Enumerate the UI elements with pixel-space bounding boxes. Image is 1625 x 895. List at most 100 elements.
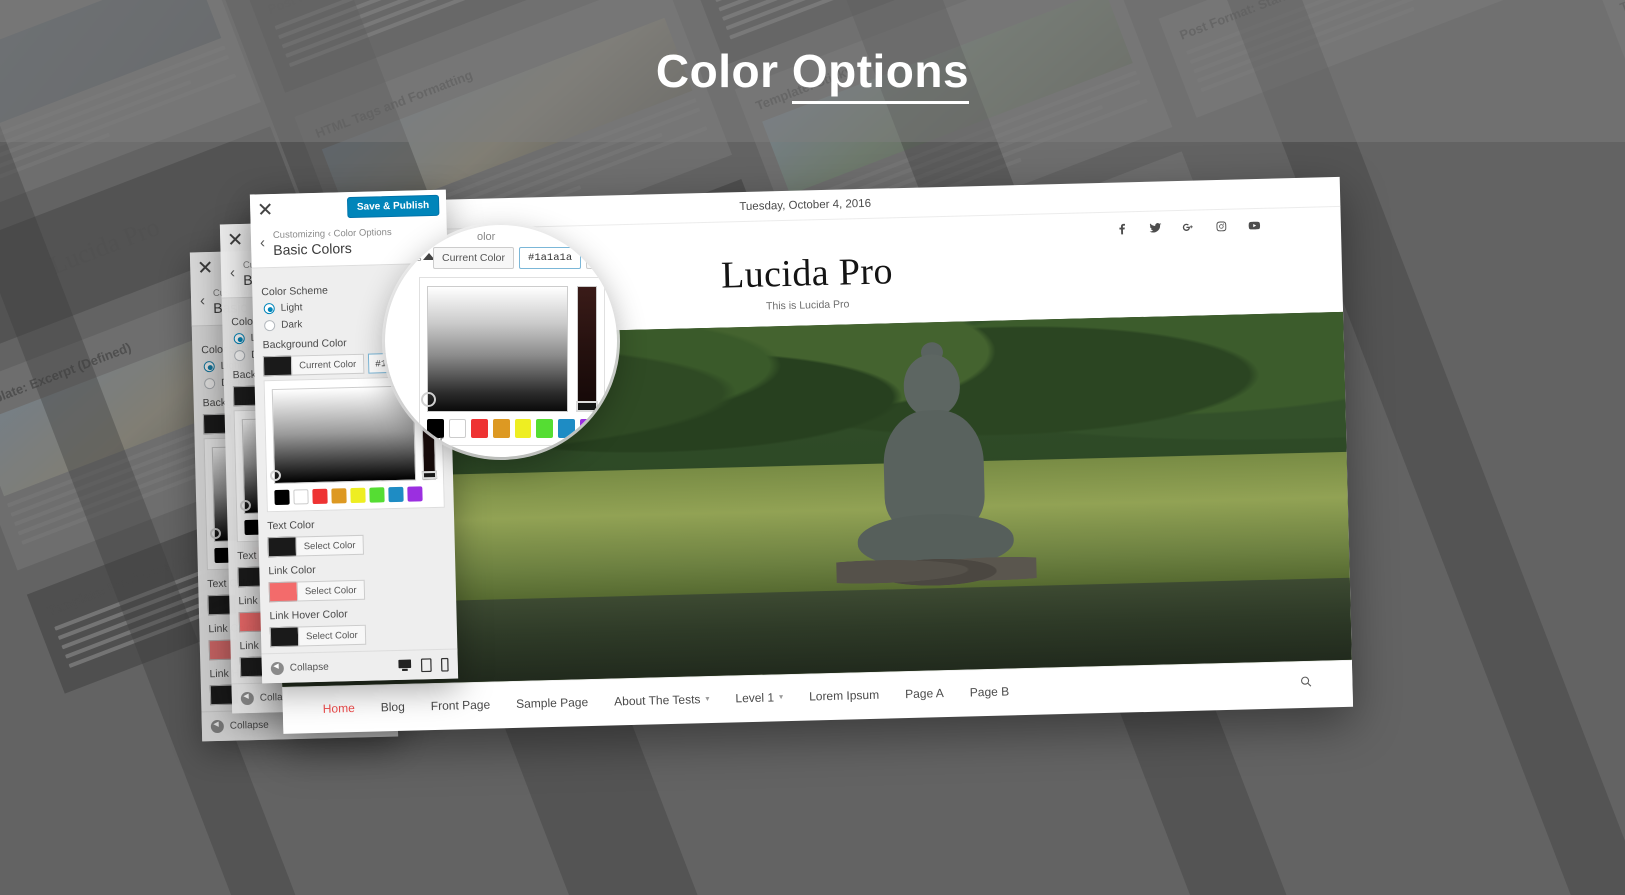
- close-icon[interactable]: [257, 201, 273, 217]
- link-color-label: Link Color: [268, 564, 316, 578]
- palette-swatch-blue[interactable]: [558, 419, 576, 438]
- magnified-current-color-button[interactable]: Current Color: [433, 247, 515, 269]
- saturation-handle[interactable]: [269, 469, 282, 482]
- instagram-icon[interactable]: [1215, 219, 1228, 232]
- screenshot-stage: HTML Tags and FormattingMarkup: Image Al…: [0, 0, 1625, 895]
- collapse-label: Collapse: [289, 661, 329, 674]
- magnified-hue-slider[interactable]: [576, 286, 598, 412]
- palette-swatch-orange[interactable]: [492, 419, 510, 438]
- nav-item-home[interactable]: Home: [323, 701, 355, 716]
- link-color-button[interactable]: Select Color: [296, 579, 365, 602]
- close-icon[interactable]: [227, 231, 243, 247]
- buddha-statue: [836, 342, 1038, 593]
- back-chevron-icon[interactable]: ‹: [230, 260, 235, 281]
- radio-dark-icon[interactable]: [264, 319, 276, 332]
- palette-swatch-blue[interactable]: [388, 486, 404, 503]
- palette-swatch-white[interactable]: [448, 419, 466, 438]
- magnified-palette-swatches[interactable]: [427, 419, 597, 438]
- preview-date: Tuesday, October 4, 2016: [739, 197, 872, 213]
- radio-light-icon[interactable]: [203, 360, 215, 373]
- magnified-color-picker[interactable]: [419, 277, 605, 446]
- palette-swatch-green[interactable]: [369, 487, 385, 503]
- palette-swatch-purple[interactable]: [580, 419, 597, 438]
- save-publish-button[interactable]: Save & Publish: [346, 194, 440, 218]
- collapse-button[interactable]: Collapse: [210, 719, 269, 734]
- palette-swatch-black[interactable]: [274, 489, 290, 506]
- chevron-down-icon[interactable]: ▾: [705, 694, 709, 703]
- link-color-swatch[interactable]: [268, 581, 298, 603]
- palette-swatch-purple[interactable]: [407, 486, 423, 502]
- link-hover-color-control[interactable]: Select Color: [269, 623, 448, 648]
- collapse-button[interactable]: Collapse: [270, 661, 329, 676]
- radio-light-icon[interactable]: [233, 332, 245, 345]
- background-color-swatch[interactable]: [262, 355, 292, 377]
- nav-item-sample-page[interactable]: Sample Page: [516, 695, 588, 711]
- nav-item-lorem-ipsum[interactable]: Lorem Ipsum: [809, 687, 879, 703]
- palette-swatch-red[interactable]: [470, 419, 488, 438]
- magnified-saturation-area[interactable]: [421, 286, 568, 412]
- background-color-button[interactable]: Current Color: [290, 353, 365, 376]
- palette-swatch-green[interactable]: [536, 419, 554, 438]
- collapse-label: Collapse: [229, 719, 269, 732]
- device-preview-group[interactable]: [398, 657, 449, 672]
- nav-item-page-b[interactable]: Page B: [970, 684, 1010, 699]
- palette-swatches[interactable]: [274, 486, 436, 506]
- magnified-default-button[interactable]: Default: [586, 247, 617, 269]
- radio-light-label: Light: [280, 302, 303, 314]
- nav-item-about-the-tests[interactable]: About The Tests ▾: [614, 692, 710, 708]
- nav-item-front-page[interactable]: Front Page: [431, 697, 491, 712]
- radio-dark-icon[interactable]: [204, 377, 216, 390]
- nav-item-label: Blog: [380, 699, 405, 714]
- saturation-handle[interactable]: [239, 499, 252, 512]
- palette-swatch-orange[interactable]: [331, 488, 347, 504]
- magnifier-options-label: Options: [387, 253, 422, 264]
- nav-item-level-1[interactable]: Level 1 ▾: [735, 690, 783, 705]
- radio-light-icon[interactable]: [263, 302, 275, 315]
- magnified-hue-handle[interactable]: [576, 401, 598, 412]
- link-hover-color-button[interactable]: Select Color: [297, 624, 367, 647]
- panel-title: Basic Colors: [273, 239, 353, 258]
- customizer-footer: Collapse: [261, 648, 459, 684]
- link-color-control[interactable]: Select Color: [268, 578, 447, 603]
- palette-swatch-yellow[interactable]: [514, 419, 532, 438]
- chevron-down-icon[interactable]: ▾: [779, 692, 783, 701]
- nav-item-label: Page B: [969, 683, 1010, 699]
- nav-item-label: Page A: [904, 685, 944, 701]
- collapse-arrow-icon[interactable]: [210, 719, 225, 734]
- nav-item-label: Lorem Ipsum: [808, 687, 880, 704]
- link-hover-color-swatch[interactable]: [269, 626, 299, 648]
- magnifier-lens: olor Options Current Color #1a1a1a Defau…: [385, 225, 617, 457]
- tablet-icon[interactable]: [420, 657, 432, 672]
- youtube-icon[interactable]: [1248, 218, 1261, 231]
- back-chevron-icon[interactable]: ‹: [200, 288, 205, 309]
- collapse-arrow-icon[interactable]: [240, 691, 255, 706]
- palette-swatch-white[interactable]: [293, 489, 309, 505]
- nav-item-label: Level 1: [735, 689, 775, 705]
- desktop-icon[interactable]: [398, 659, 412, 672]
- page-title-part1: Color: [655, 45, 779, 97]
- text-color-button[interactable]: Select Color: [295, 534, 364, 557]
- palette-swatch-yellow[interactable]: [350, 487, 366, 504]
- nav-item-label: Sample Page: [515, 694, 589, 711]
- page-title: Color Options: [0, 44, 1625, 104]
- mobile-icon[interactable]: [440, 657, 449, 672]
- search-icon[interactable]: [1299, 674, 1312, 692]
- close-icon[interactable]: [197, 259, 213, 275]
- nav-item-blog[interactable]: Blog: [381, 699, 405, 714]
- twitter-icon[interactable]: [1149, 221, 1162, 234]
- radio-dark-icon[interactable]: [234, 349, 246, 362]
- facebook-icon[interactable]: [1116, 222, 1129, 235]
- magnifier-cut-label: olor: [477, 231, 496, 243]
- back-chevron-icon[interactable]: ‹: [260, 230, 265, 251]
- text-color-swatch[interactable]: [267, 536, 297, 558]
- text-color-control[interactable]: Select Color: [267, 533, 446, 558]
- collapse-arrow-icon[interactable]: [270, 661, 285, 676]
- hue-handle[interactable]: [421, 470, 438, 480]
- palette-swatch-red[interactable]: [312, 488, 328, 505]
- google-plus-icon[interactable]: [1182, 220, 1195, 233]
- magnified-hex-input[interactable]: #1a1a1a: [519, 247, 582, 269]
- nav-item-page-a[interactable]: Page A: [905, 686, 944, 701]
- page-title-part2: Options: [791, 45, 970, 104]
- magnified-saturation-handle[interactable]: [421, 392, 436, 407]
- saturation-handle[interactable]: [209, 527, 222, 540]
